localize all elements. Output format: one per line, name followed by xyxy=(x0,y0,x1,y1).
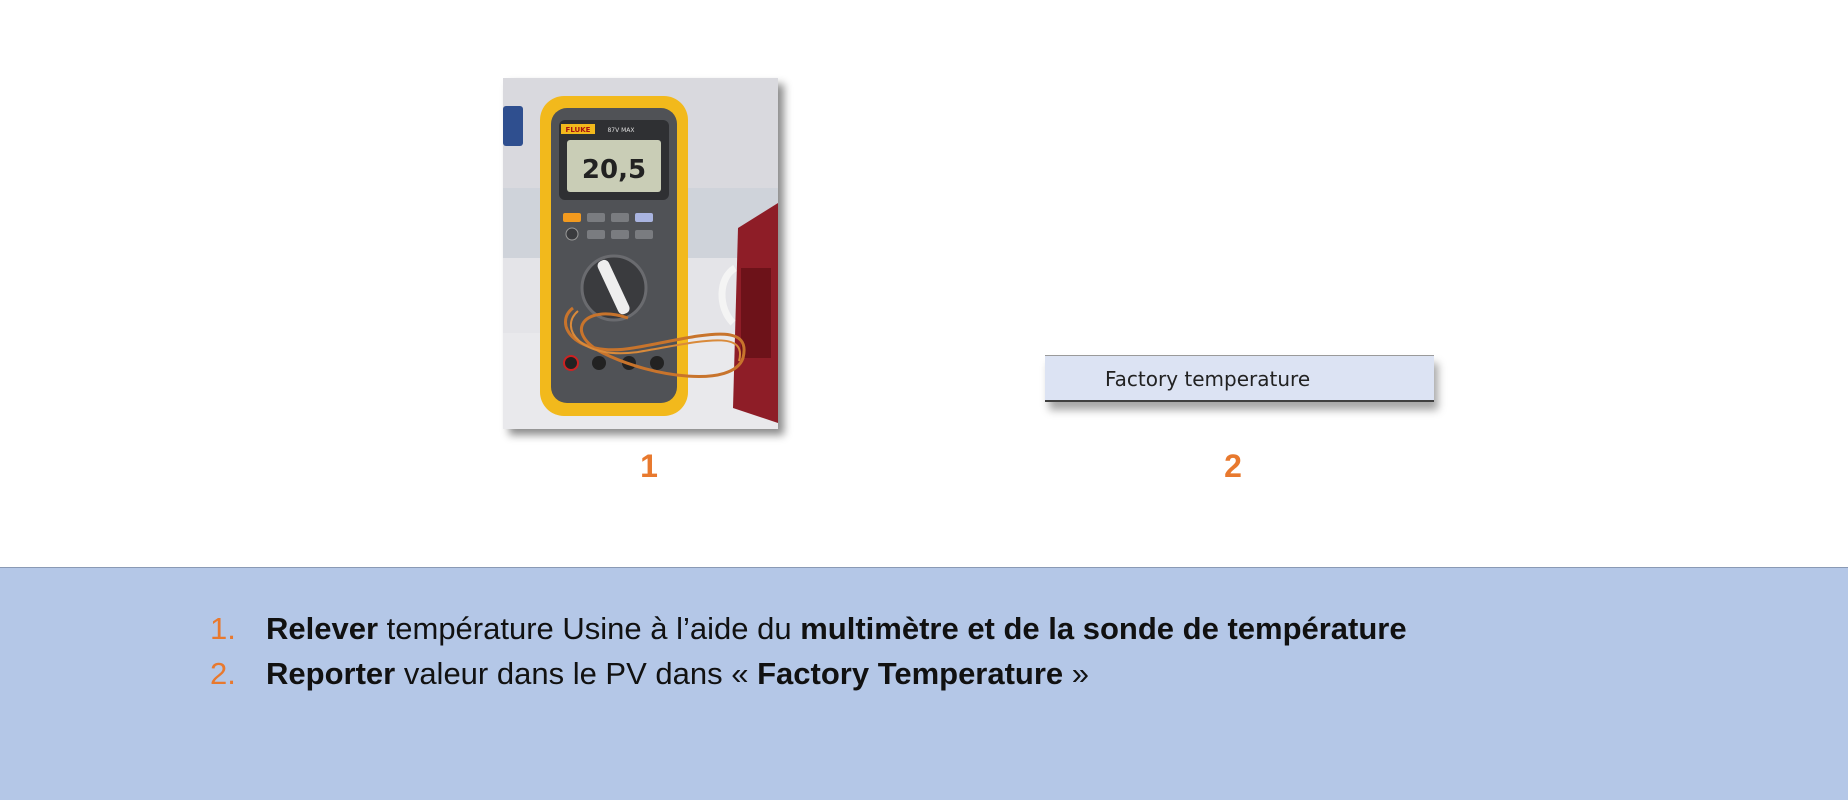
step-text: température Usine à l’aide du xyxy=(378,611,801,646)
step-verb: Reporter xyxy=(266,656,396,691)
display-reading: 20,5 xyxy=(582,155,646,185)
figure-number-1: 1 xyxy=(640,448,658,484)
figure-number-2: 2 xyxy=(1224,448,1242,484)
factory-temperature-field: Factory temperature xyxy=(1045,355,1434,402)
step-number: 1. xyxy=(210,611,236,646)
instruction-step-1: 1. Relever température Usine à l’aide du … xyxy=(210,611,1407,647)
instruction-panel: 1. Relever température Usine à l’aide du … xyxy=(0,567,1848,800)
factory-temperature-label: Factory temperature xyxy=(1105,367,1311,391)
multimeter-photo: 20,5 FLUKE 87V MAX xyxy=(503,78,778,429)
step-number: 2. xyxy=(210,656,236,691)
multimeter-illustration: 20,5 FLUKE 87V MAX xyxy=(503,78,778,429)
step-emphasis: multimètre et de la sonde de température xyxy=(800,611,1407,646)
step-text-end: » xyxy=(1063,656,1090,691)
step-verb: Relever xyxy=(266,611,379,646)
step-text: valeur dans le PV dans « xyxy=(395,656,758,691)
step-emphasis: Factory Temperature xyxy=(757,656,1064,691)
model-label: 87V MAX xyxy=(607,127,634,134)
instruction-step-2: 2. Reporter valeur dans le PV dans « Fact… xyxy=(210,656,1089,692)
brand-label: FLUKE xyxy=(566,126,591,134)
